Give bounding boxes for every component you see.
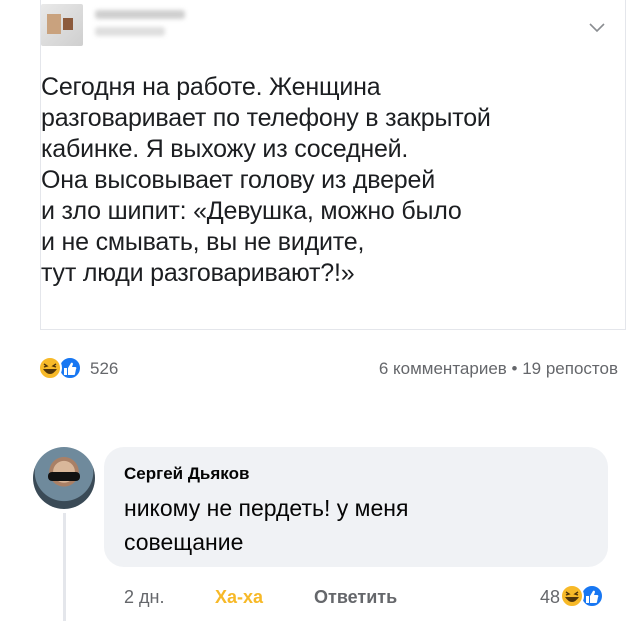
comment-reactions-count[interactable]: 48 xyxy=(540,587,560,608)
post-text-line: и зло шипит: «Девушка, можно было xyxy=(41,197,462,225)
haha-icon xyxy=(38,356,62,380)
reactions-count[interactable]: 526 xyxy=(90,359,118,379)
post-text-line: разговаривает по телефону в закрытой xyxy=(41,104,491,132)
haha-icon xyxy=(560,584,584,608)
comment-text: никому не пердеть! у меня совещание xyxy=(124,491,594,559)
comment-bubble: Сергей Дьяков никому не пердеть! у меня … xyxy=(104,447,608,567)
post-text: Сегодня на работе. Женщина разговаривает… xyxy=(41,72,601,289)
post-text-line: кабинке. Я выхожу из соседней. xyxy=(41,135,409,163)
post-text-line: тут люди разговаривают?!» xyxy=(41,259,355,287)
comments-shares-count[interactable]: 6 комментариев • 19 репостов xyxy=(379,359,618,379)
comment-actions: 2 дн. Ха-ха Ответить 48 xyxy=(124,583,604,613)
reaction-haha-button[interactable]: Ха-ха xyxy=(215,587,263,608)
commenter-avatar[interactable] xyxy=(33,447,95,509)
comment-reaction-icons[interactable] xyxy=(560,583,604,609)
like-icon xyxy=(58,356,82,380)
post-text-line: Сегодня на работе. Женщина xyxy=(41,73,381,101)
comment-time[interactable]: 2 дн. xyxy=(124,587,164,608)
post-stats-bar: 526 6 комментариев • 19 репостов xyxy=(38,354,618,384)
chevron-down-icon[interactable] xyxy=(589,18,605,36)
comment-text-line: совещание xyxy=(124,529,244,555)
post-author-meta-blurred xyxy=(95,10,185,44)
sunglasses-icon xyxy=(48,472,80,481)
post-text-line: Она высовывает голову из дверей xyxy=(41,166,435,194)
comment-text-line: никому не пердеть! у меня xyxy=(124,495,409,521)
like-icon xyxy=(580,584,604,608)
post-card: Сегодня на работе. Женщина разговаривает… xyxy=(40,0,626,330)
reply-button[interactable]: Ответить xyxy=(314,587,397,608)
post-author-avatar[interactable] xyxy=(41,4,83,46)
thread-line xyxy=(63,513,66,621)
reaction-icons[interactable] xyxy=(38,356,82,380)
commenter-name[interactable]: Сергей Дьяков xyxy=(124,464,249,484)
post-text-line: и не смывать, вы не видите, xyxy=(41,228,365,256)
